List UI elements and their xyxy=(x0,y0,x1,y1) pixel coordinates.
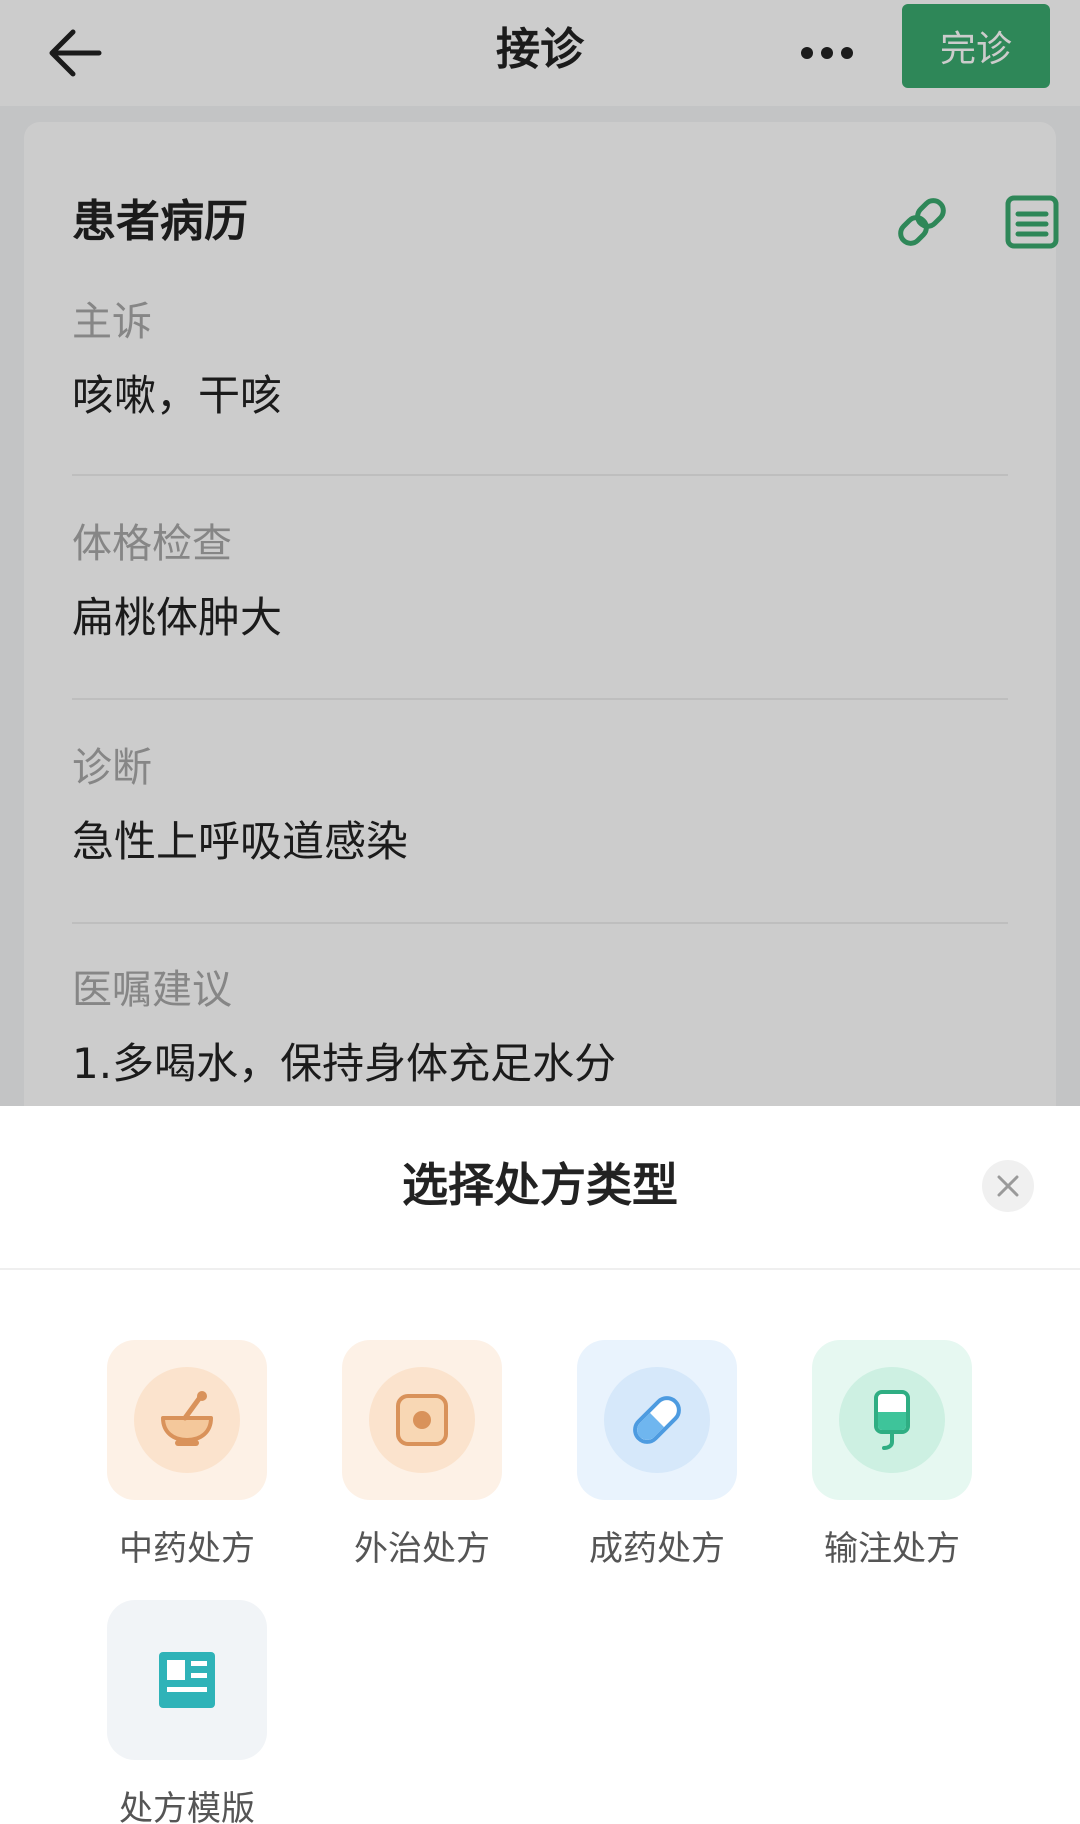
option-tile xyxy=(577,1340,737,1500)
option-patent-medicine-prescription[interactable]: 成药处方 xyxy=(577,1340,737,1572)
option-label: 成药处方 xyxy=(589,1529,725,1569)
mortar-icon xyxy=(161,1391,213,1446)
sheet-title: 选择处方类型 xyxy=(402,1158,678,1212)
option-label: 外治处方 xyxy=(354,1529,490,1569)
option-tile xyxy=(812,1340,972,1500)
modal-backdrop[interactable] xyxy=(0,0,1080,1106)
option-external-prescription[interactable]: 外治处方 xyxy=(342,1340,502,1572)
option-tile xyxy=(342,1340,502,1500)
option-tile xyxy=(107,1600,267,1760)
option-prescription-template[interactable]: 处方模版 xyxy=(107,1600,267,1824)
close-icon xyxy=(997,1175,1019,1197)
template-icon xyxy=(159,1652,215,1708)
pill-icon xyxy=(633,1396,681,1444)
option-infusion-prescription[interactable]: 输注处方 xyxy=(812,1340,972,1572)
option-label: 中药处方 xyxy=(119,1529,255,1569)
sheet-divider xyxy=(0,1268,1080,1270)
consultation-page: 接诊 完诊 患者病历 主诉 咳嗽，干咳 体格检查 扁桃体肿大 诊断 急性上呼吸道… xyxy=(0,0,1080,1824)
iv-bag-icon xyxy=(874,1390,910,1450)
option-label: 输注处方 xyxy=(824,1529,960,1569)
option-tile xyxy=(107,1340,267,1500)
plaster-icon xyxy=(396,1394,448,1446)
prescription-type-sheet: 选择处方类型 中药处方 外治处方 成药处方 输注处方 处方模版 xyxy=(0,1106,1080,1824)
option-label: 处方模版 xyxy=(119,1789,255,1824)
option-tcm-prescription[interactable]: 中药处方 xyxy=(107,1340,267,1572)
close-button[interactable] xyxy=(982,1160,1034,1212)
